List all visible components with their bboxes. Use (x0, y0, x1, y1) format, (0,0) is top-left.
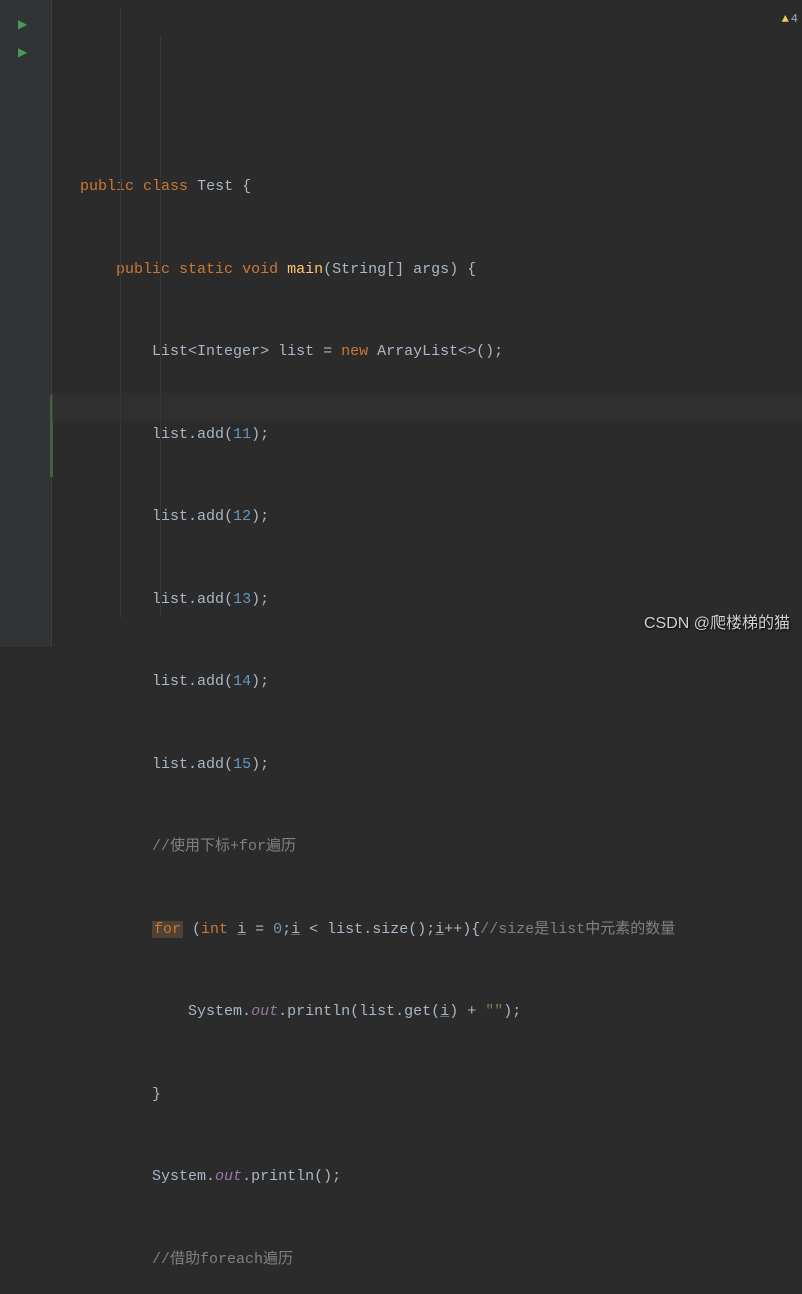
code-line[interactable]: list.add(11); (80, 421, 802, 449)
code-line[interactable]: list.add(12); (80, 503, 802, 531)
run-method-icon[interactable]: ▶ (18, 40, 27, 68)
inspection-badge[interactable]: ▲ 4 (782, 6, 798, 34)
code-line[interactable]: } (80, 1081, 802, 1109)
code-line[interactable]: public class Test { (80, 173, 802, 201)
code-line[interactable]: list.add(15); (80, 751, 802, 779)
warning-icon: ▲ (782, 6, 789, 34)
code-line[interactable]: List<Integer> list = new ArrayList<>(); (80, 338, 802, 366)
watermark: CSDN @爬楼梯的猫 (644, 610, 790, 638)
gutter: ▶ ▶ (0, 0, 52, 647)
code-line[interactable]: list.add(14); (80, 668, 802, 696)
code-line[interactable]: public static void main(String[] args) { (80, 256, 802, 284)
warning-count: 4 (791, 6, 798, 34)
current-line-highlight (52, 393, 802, 421)
code-line[interactable]: //借助foreach遍历 (80, 1246, 802, 1274)
code-area[interactable]: public class Test { public static void m… (52, 0, 802, 647)
code-line[interactable]: System.out.println(list.get(i) + ""); (80, 998, 802, 1026)
code-editor[interactable]: ▶ ▶ public class Test { public static vo… (0, 0, 802, 647)
code-line[interactable]: System.out.println(); (80, 1163, 802, 1191)
run-class-icon[interactable]: ▶ (18, 12, 27, 40)
code-line[interactable]: for (int i = 0;i < list.size();i++){//si… (80, 916, 802, 944)
code-line[interactable]: //使用下标+for遍历 (80, 833, 802, 861)
